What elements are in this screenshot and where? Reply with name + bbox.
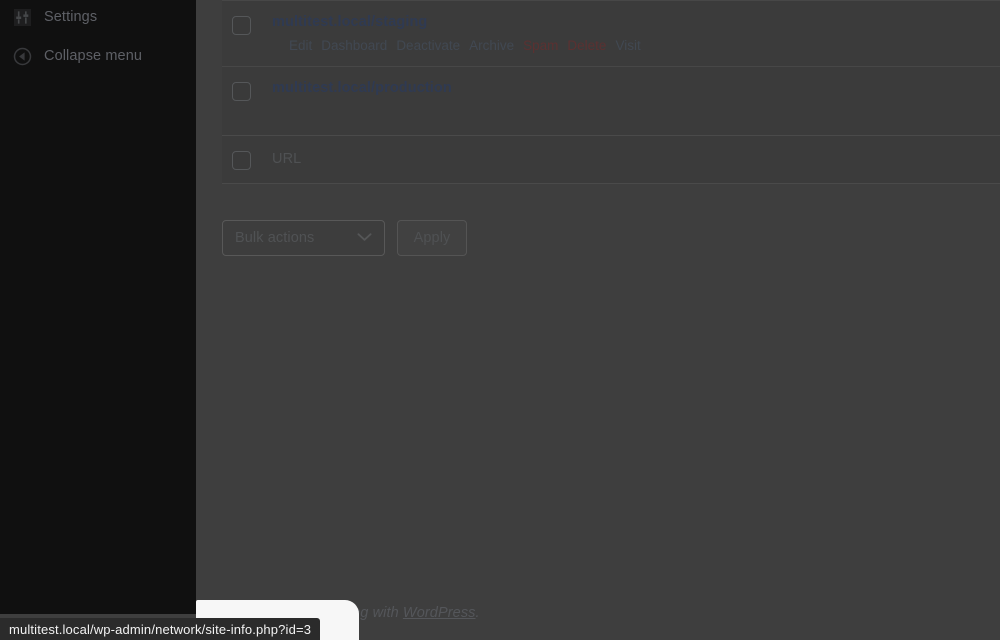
table-row: multitest.local/production xyxy=(222,66,1000,135)
row-action-delete[interactable]: Delete xyxy=(567,38,606,53)
apply-button[interactable]: Apply xyxy=(397,220,467,256)
wordpress-network-sites-screen: Settings Collapse menu multitest.local/s… xyxy=(0,0,1000,640)
status-bar-url: multitest.local/wp-admin/network/site-in… xyxy=(9,621,312,637)
settings-sliders-icon xyxy=(12,7,32,27)
site-cell: multitest.local/production xyxy=(272,79,1000,97)
sidebar-item-label: Collapse menu xyxy=(44,48,143,64)
select-all-checkbox[interactable] xyxy=(232,151,251,170)
browser-status-bar: multitest.local/wp-admin/network/site-in… xyxy=(0,618,321,640)
table-footer-row: URL xyxy=(222,135,1000,184)
sidebar-item-collapse-menu[interactable]: Collapse menu xyxy=(0,39,196,73)
wordpress-link[interactable]: WordPress xyxy=(403,605,476,621)
sites-table: multitest.local/staging Edit Dashboard Dea… xyxy=(222,0,1000,184)
chevron-down-icon xyxy=(357,229,372,247)
main-content: multitest.local/staging Edit Dashboard Dea… xyxy=(196,0,1000,614)
collapse-left-arrow-icon xyxy=(12,46,32,66)
row-action-spam[interactable]: Spam xyxy=(523,38,558,53)
row-checkbox[interactable] xyxy=(232,16,251,35)
site-cell: multitest.local/staging Edit Dashboard Dea… xyxy=(272,13,1000,55)
row-action-archive[interactable]: Archive xyxy=(469,38,514,53)
bulk-actions-selected-label: Bulk actions xyxy=(235,230,315,246)
column-header-cell: URL xyxy=(272,150,1000,168)
sidebar-item-settings[interactable]: Settings xyxy=(0,0,196,34)
row-actions: Edit Dashboard Deactivate Archive Spam Delete… xyxy=(272,37,990,55)
row-action-dashboard[interactable]: Dashboard xyxy=(321,38,387,53)
row-action-edit[interactable]: Edit xyxy=(289,38,312,53)
bulk-actions-select[interactable]: Bulk actions xyxy=(222,220,385,256)
select-all-cell xyxy=(222,150,272,170)
row-select-cell xyxy=(222,13,272,35)
sidebar-item-label: Settings xyxy=(44,9,98,25)
row-action-visit[interactable]: Visit xyxy=(615,38,640,53)
row-checkbox[interactable] xyxy=(232,82,251,101)
footer-text-after: . xyxy=(475,605,480,621)
admin-sidebar: Settings Collapse menu xyxy=(0,0,196,614)
site-url-link[interactable]: multitest.local/production xyxy=(272,80,452,96)
bulk-actions-bar: Bulk actions Apply xyxy=(222,220,467,256)
row-action-deactivate[interactable]: Deactivate xyxy=(396,38,460,53)
site-url-link[interactable]: multitest.local/staging xyxy=(272,14,427,30)
row-select-cell xyxy=(222,79,272,101)
table-row: multitest.local/staging Edit Dashboard Dea… xyxy=(222,0,1000,66)
column-header-url[interactable]: URL xyxy=(272,151,301,167)
